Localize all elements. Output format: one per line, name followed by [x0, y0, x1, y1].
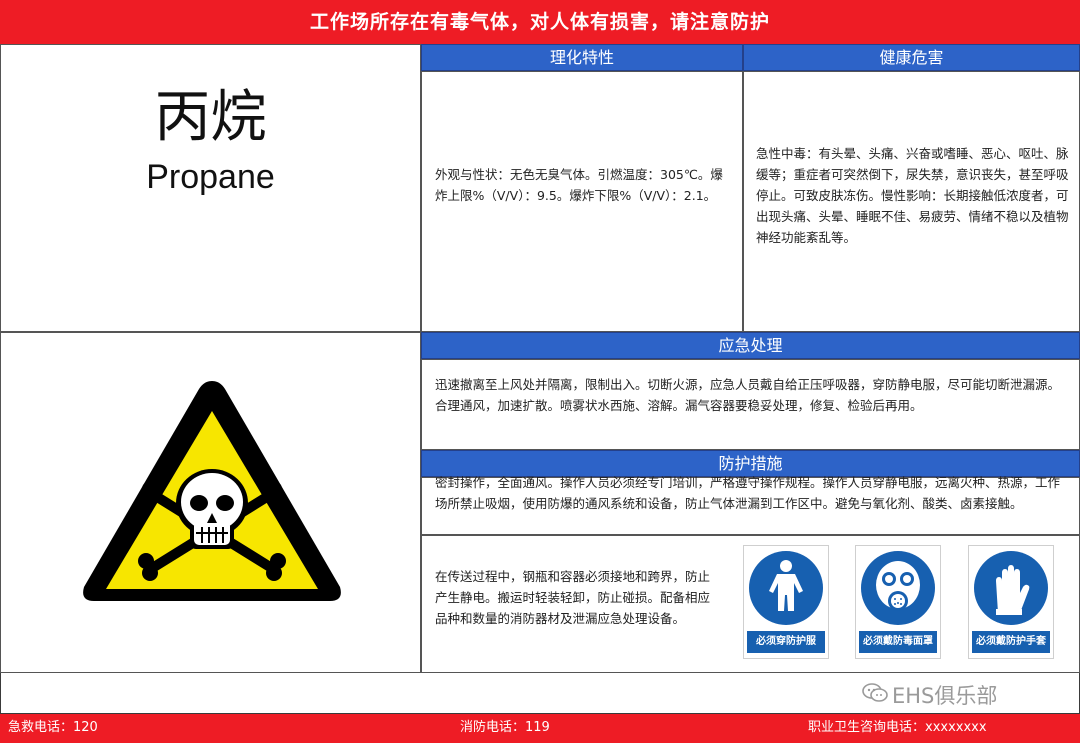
substance-name-en: Propane: [146, 158, 275, 196]
watermark: EHS俱乐部: [862, 680, 997, 710]
ppe-label: 必须戴防毒面罩: [859, 631, 937, 653]
emergency-text: 迅速撤离至上风处并隔离，限制出入。切断火源，应急人员戴自给正压呼吸器，穿防静电服…: [435, 377, 1061, 413]
fire-phone: 消防电话：119: [460, 720, 550, 735]
footer-bar: 急救电话：120 消防电话：119 职业卫生咨询电话：xxxxxxxx: [0, 714, 1080, 743]
health-hazard-heading: 健康危害: [743, 44, 1080, 71]
gas-mask-icon: [876, 561, 920, 611]
occupational-health-phone: 职业卫生咨询电话：xxxxxxxx: [808, 720, 987, 735]
substance-name-cn: 丙烷: [154, 85, 267, 150]
protective-suit-icon: [769, 560, 803, 611]
ppe-label: 必须穿防护服: [747, 631, 825, 653]
wechat-icon: [862, 683, 888, 708]
protection-text: 密封操作，全面通风。操作人员必须经专门培训，严格遵守操作规程。操作人员穿静电服，…: [435, 475, 1061, 511]
health-hazard-text: 急性中毒：有头晕、头痛、兴奋或嗜睡、恶心、呕吐、脉缓等；重症者可突然倒下，尿失禁…: [756, 146, 1069, 245]
toxic-skull-crossbones-icon: [83, 381, 341, 601]
warning-banner: 工作场所存在有毒气体，对人体有损害，请注意防护: [0, 0, 1080, 44]
transport-text: 在传送过程中，钢瓶和容器必须接地和跨界，防止产生静电。搬运时轻装轻卸，防止碰损。…: [435, 569, 711, 626]
ppe-sign-protective-gloves: 必须戴防护手套: [968, 545, 1054, 659]
protective-gloves-icon: [996, 565, 1030, 615]
ppe-sign-protective-suit: 必须穿防护服: [743, 545, 829, 659]
ppe-sign-gas-mask: 必须戴防毒面罩: [855, 545, 941, 659]
emergency-phone: 急救电话：120: [8, 720, 98, 735]
emergency-heading: 应急处理: [421, 332, 1080, 359]
ppe-label: 必须戴防护手套: [972, 631, 1050, 653]
watermark-text: EHS俱乐部: [892, 684, 998, 708]
physical-chemical-heading: 理化特性: [421, 44, 743, 71]
physical-chemical-text: 外观与性状：无色无臭气体。引燃温度：305℃。爆炸上限%（V/V）：9.5。爆炸…: [435, 167, 723, 203]
